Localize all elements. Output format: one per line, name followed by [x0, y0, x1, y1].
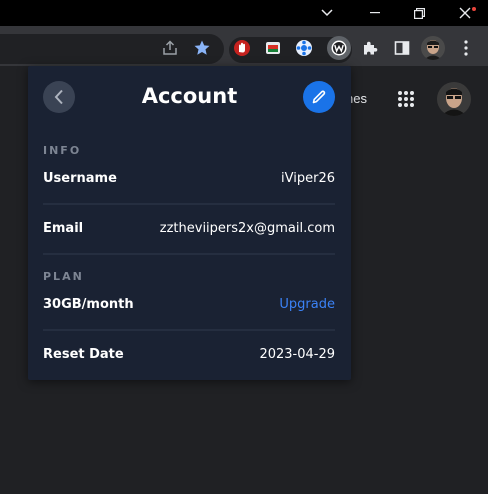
side-panel-icon[interactable] [391, 37, 413, 59]
extensions-puzzle-icon[interactable] [359, 37, 381, 59]
google-account-avatar[interactable] [437, 82, 471, 116]
notification-dot [472, 7, 476, 11]
close-button[interactable] [442, 0, 488, 26]
restore-button[interactable] [396, 0, 442, 26]
divider [43, 329, 335, 331]
ublock-icon[interactable] [231, 37, 253, 59]
username-value: iViper26 [281, 171, 335, 186]
email-value: zztheviipers2x@gmail.com [159, 221, 335, 236]
gallery-extension-icon[interactable] [262, 37, 284, 59]
share-icon[interactable] [159, 37, 181, 59]
divider [43, 203, 335, 205]
email-label: Email [43, 221, 84, 236]
apps-grid-icon[interactable] [396, 89, 416, 109]
minimize-button[interactable] [352, 0, 398, 26]
bookmark-star-icon[interactable] [191, 37, 213, 59]
profile-avatar[interactable] [421, 36, 445, 60]
edit-button[interactable] [303, 81, 335, 113]
plan-name: 30GB/month [43, 297, 134, 312]
reset-date-label: Reset Date [43, 347, 124, 362]
username-label: Username [43, 171, 117, 186]
divider [43, 253, 335, 255]
upgrade-link[interactable]: Upgrade [279, 297, 335, 312]
title-bar [0, 0, 488, 26]
plan-section-label: PLAN [43, 270, 84, 283]
reset-date-value: 2023-04-29 [259, 347, 335, 362]
pencil-icon [312, 90, 326, 104]
tiling-extension-icon[interactable] [293, 37, 315, 59]
wordtune-extension-icon[interactable] [327, 36, 351, 60]
menu-kebab-icon[interactable] [455, 37, 477, 59]
info-section-label: INFO [43, 144, 82, 157]
tab-search-chevron-down-icon[interactable] [304, 0, 350, 26]
account-popup: Account INFO Username iViper26 Email zzt… [28, 66, 351, 380]
